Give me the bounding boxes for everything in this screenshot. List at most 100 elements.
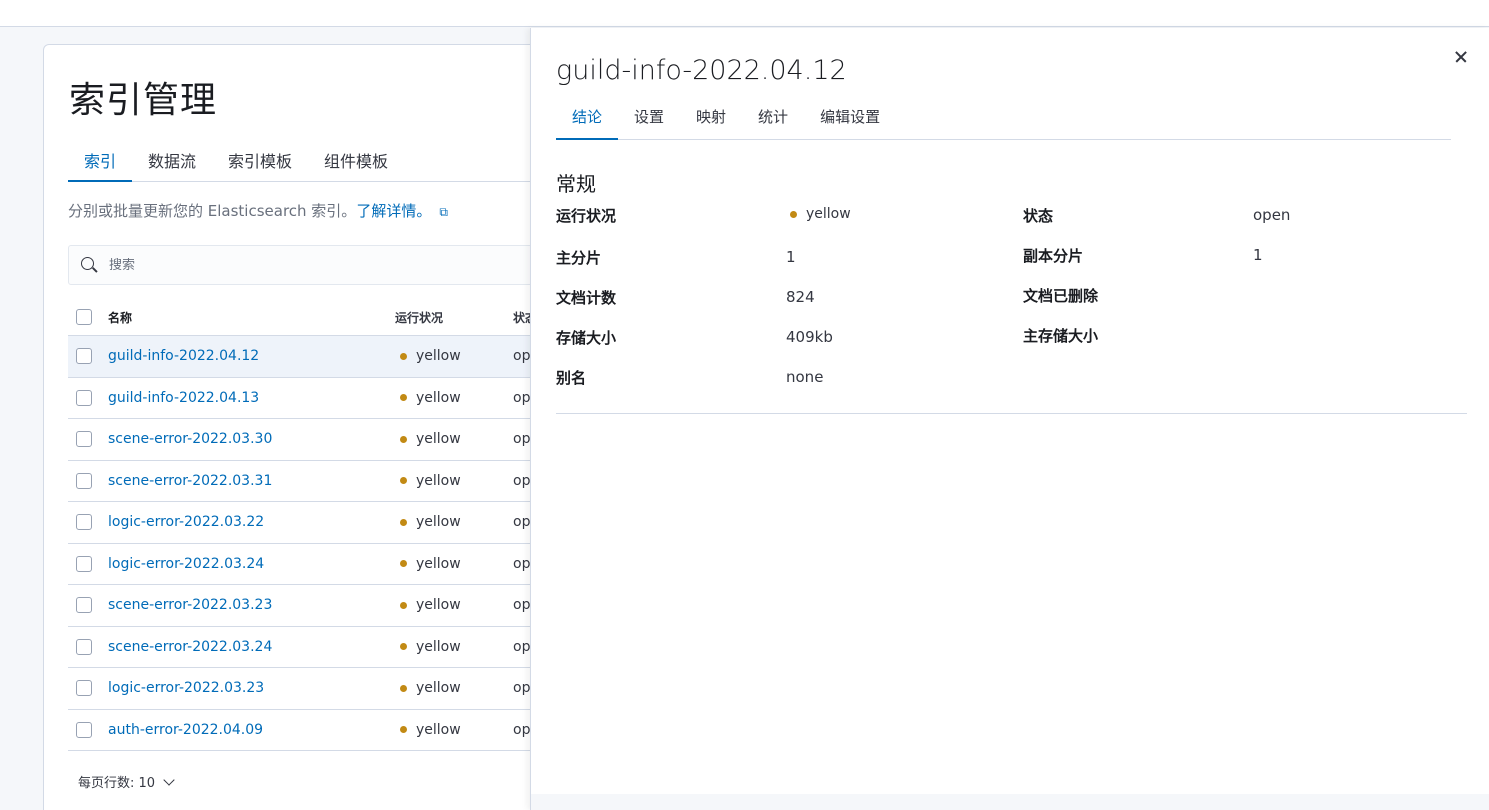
- index-name-link[interactable]: logic-error-2022.03.23: [108, 680, 264, 696]
- replicas-label: 副本分片: [1023, 247, 1084, 265]
- row-checkbox[interactable]: [76, 555, 92, 572]
- page-title: 索引管理: [69, 80, 218, 121]
- chevron-down-icon: [163, 773, 175, 786]
- table-row[interactable]: logic-error-2022.03.23 yellow open: [68, 668, 538, 710]
- health-dot-icon: [790, 210, 797, 218]
- row-checkbox[interactable]: [76, 389, 92, 406]
- primary-storage-label: 主存储大小: [1023, 327, 1099, 345]
- index-name-link[interactable]: guild-info-2022.04.12: [108, 348, 259, 364]
- description-text: 分别或批量更新您的 Elasticsearch 索引。: [68, 202, 357, 220]
- docs-deleted-label: 文档已删除: [1023, 287, 1099, 305]
- health-dot-icon: [400, 643, 407, 651]
- tab-stats[interactable]: 统计: [742, 100, 804, 140]
- select-all-checkbox[interactable]: [76, 309, 92, 325]
- health-stat-value: yellow: [806, 206, 851, 222]
- tab-summary[interactable]: 结论: [556, 100, 619, 140]
- tab-data-streams[interactable]: 数据流: [132, 140, 212, 182]
- index-name-link[interactable]: guild-info-2022.04.13: [108, 390, 259, 406]
- section-divider: [556, 413, 1467, 414]
- index-name-link[interactable]: logic-error-2022.03.22: [108, 514, 264, 530]
- health-value: yellow: [416, 472, 461, 489]
- table-row[interactable]: logic-error-2022.03.24 yellow open: [68, 544, 538, 585]
- table-row[interactable]: scene-error-2022.03.23 yellow open: [68, 585, 538, 627]
- learn-more-link[interactable]: 了解详情。: [356, 202, 431, 220]
- health-stat: yellow: [786, 206, 851, 222]
- index-name-link[interactable]: scene-error-2022.03.24: [108, 639, 272, 655]
- health-value: yellow: [416, 348, 461, 365]
- health-dot-icon: [400, 435, 407, 443]
- health-value: yellow: [416, 721, 461, 738]
- rows-per-page-selector[interactable]: 每页行数: 10: [78, 772, 175, 791]
- main-tabs: 索引 数据流 索引模板 组件模板: [68, 140, 538, 182]
- row-checkbox[interactable]: [76, 514, 92, 531]
- primaries-label: 主分片: [556, 249, 602, 267]
- table-header: 名称 运行状况 状态: [68, 299, 538, 336]
- health-dot-icon: [400, 601, 407, 609]
- search-bar: [68, 245, 538, 285]
- health-dot-icon: [400, 352, 407, 360]
- index-name-link[interactable]: auth-error-2022.04.09: [108, 722, 263, 738]
- indices-table: 名称 运行状况 状态 guild-info-2022.04.12 yellow …: [68, 299, 538, 751]
- replicas-value: 1: [1253, 246, 1263, 264]
- table-row[interactable]: guild-info-2022.04.12 yellow open: [68, 336, 538, 378]
- tab-component-templates[interactable]: 组件模板: [308, 140, 404, 182]
- index-name-link[interactable]: scene-error-2022.03.30: [108, 431, 272, 447]
- docs-count-value: 824: [786, 288, 815, 306]
- page-description: 分别或批量更新您的 Elasticsearch 索引。了解详情。 ⧉: [68, 200, 448, 221]
- table-row[interactable]: scene-error-2022.03.30 yellow open: [68, 419, 538, 461]
- column-header-name[interactable]: 名称: [108, 309, 395, 326]
- table-row[interactable]: logic-error-2022.03.22 yellow open: [68, 502, 538, 544]
- row-checkbox[interactable]: [76, 721, 92, 738]
- health-value: yellow: [416, 597, 461, 614]
- health-dot-icon: [400, 684, 407, 692]
- top-header-bar: [0, 0, 1489, 27]
- index-name-link[interactable]: scene-error-2022.03.31: [108, 473, 272, 489]
- table-row[interactable]: scene-error-2022.03.31 yellow open: [68, 461, 538, 502]
- aliases-value: none: [786, 368, 824, 386]
- health-dot-icon: [400, 477, 407, 485]
- health-label: 运行状况: [556, 207, 617, 225]
- row-checkbox[interactable]: [76, 472, 92, 489]
- external-link-icon: ⧉: [439, 205, 448, 219]
- row-checkbox[interactable]: [76, 348, 92, 365]
- section-title-general: 常规: [556, 172, 596, 196]
- index-name-link[interactable]: logic-error-2022.03.24: [108, 556, 264, 572]
- row-checkbox[interactable]: [76, 597, 92, 614]
- tab-mappings[interactable]: 映射: [680, 100, 742, 140]
- flyout-tabs: 结论 设置 映射 统计 编辑设置: [556, 100, 1451, 140]
- health-dot-icon: [400, 560, 407, 568]
- aliases-label: 别名: [556, 369, 587, 387]
- status-label: 状态: [1023, 207, 1054, 225]
- primaries-value: 1: [786, 248, 796, 266]
- table-row[interactable]: guild-info-2022.04.13 yellow open: [68, 378, 538, 419]
- health-value: yellow: [416, 555, 461, 572]
- health-dot-icon: [400, 394, 407, 402]
- search-icon: [81, 257, 98, 273]
- tab-settings[interactable]: 设置: [618, 100, 680, 140]
- rows-per-page-label: 每页行数: 10: [78, 776, 156, 791]
- health-dot-icon: [400, 518, 407, 526]
- docs-count-label: 文档计数: [556, 289, 617, 307]
- storage-size-value: 409kb: [786, 328, 833, 346]
- status-stat-value: open: [1253, 206, 1291, 224]
- flyout-title: guild-info-2022.04.12: [556, 55, 847, 86]
- index-name-link[interactable]: scene-error-2022.03.23: [108, 597, 272, 613]
- table-row[interactable]: scene-error-2022.03.24 yellow open: [68, 627, 538, 668]
- tab-index-templates[interactable]: 索引模板: [212, 140, 308, 182]
- table-row[interactable]: auth-error-2022.04.09 yellow open: [68, 710, 538, 751]
- search-input[interactable]: [109, 257, 509, 273]
- row-checkbox[interactable]: [76, 431, 92, 448]
- tab-edit-settings[interactable]: 编辑设置: [804, 100, 896, 140]
- health-value: yellow: [416, 638, 461, 655]
- close-icon[interactable]: [1452, 48, 1470, 66]
- row-checkbox[interactable]: [76, 638, 92, 655]
- health-dot-icon: [400, 726, 407, 734]
- tab-indices[interactable]: 索引: [68, 140, 133, 182]
- flyout-footer: [531, 794, 1489, 810]
- storage-size-label: 存储大小: [556, 329, 617, 347]
- row-checkbox[interactable]: [76, 680, 92, 697]
- column-header-health[interactable]: 运行状况: [395, 309, 513, 326]
- health-value: yellow: [416, 431, 461, 448]
- health-value: yellow: [416, 680, 461, 697]
- index-details-flyout: guild-info-2022.04.12 结论 设置 映射 统计 编辑设置 常…: [530, 28, 1489, 810]
